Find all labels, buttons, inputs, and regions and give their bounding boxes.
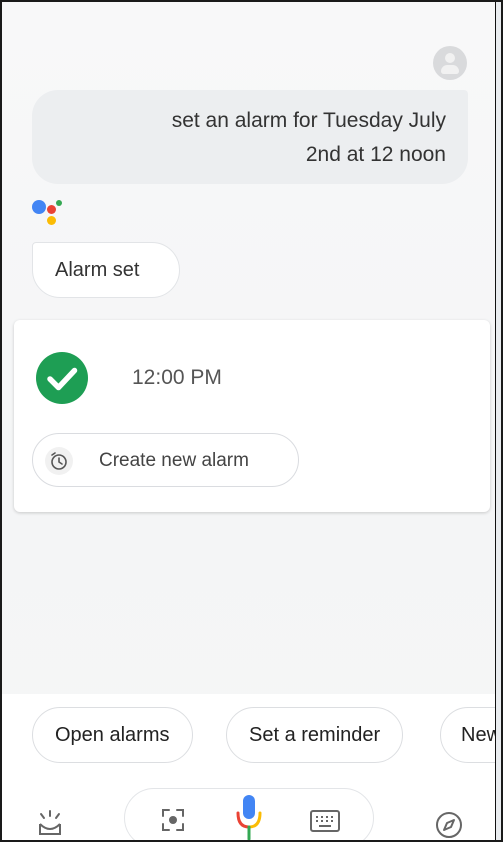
alarm-card[interactable]: 12:00 PM Create new alarm: [14, 320, 490, 512]
scrollbar-edge: [495, 2, 501, 840]
user-query-line1: set an alarm for Tuesday July: [171, 109, 446, 132]
chip-open-alarms[interactable]: Open alarms: [32, 707, 193, 763]
assistant-reply-text: Alarm set: [55, 259, 140, 281]
user-query-line2: 2nd at 12 noon: [305, 143, 446, 166]
explore-icon[interactable]: [434, 810, 464, 840]
updates-icon[interactable]: [34, 808, 66, 840]
bottom-bar: [2, 778, 501, 840]
user-avatar: [433, 46, 467, 80]
chip-set-a-reminder-label: Set a reminder: [249, 724, 381, 746]
chip-set-a-reminder[interactable]: Set a reminder: [226, 707, 404, 763]
alarm-time: 12:00 PM: [132, 366, 222, 389]
user-query-bubble: set an alarm for Tuesday July 2nd at 12 …: [32, 90, 468, 184]
create-new-alarm-label: Create new alarm: [99, 450, 249, 471]
keyboard-icon[interactable]: [310, 810, 340, 837]
assistant-screen: set an alarm for Tuesday July 2nd at 12 …: [0, 0, 503, 842]
assistant-logo-icon: [32, 196, 68, 226]
mic-icon[interactable]: [235, 793, 263, 840]
chip-new[interactable]: New: [440, 707, 501, 763]
chip-open-alarms-label: Open alarms: [55, 724, 170, 746]
lens-icon[interactable]: [160, 807, 186, 838]
create-new-alarm-button[interactable]: Create new alarm: [32, 433, 299, 487]
suggestion-chips: Open alarms Set a reminder New: [2, 694, 501, 778]
check-circle-icon: [36, 352, 88, 404]
assistant-reply-bubble: Alarm set: [32, 242, 180, 298]
alarm-clock-icon: [45, 447, 73, 475]
assistant-input-pill: [124, 788, 374, 840]
